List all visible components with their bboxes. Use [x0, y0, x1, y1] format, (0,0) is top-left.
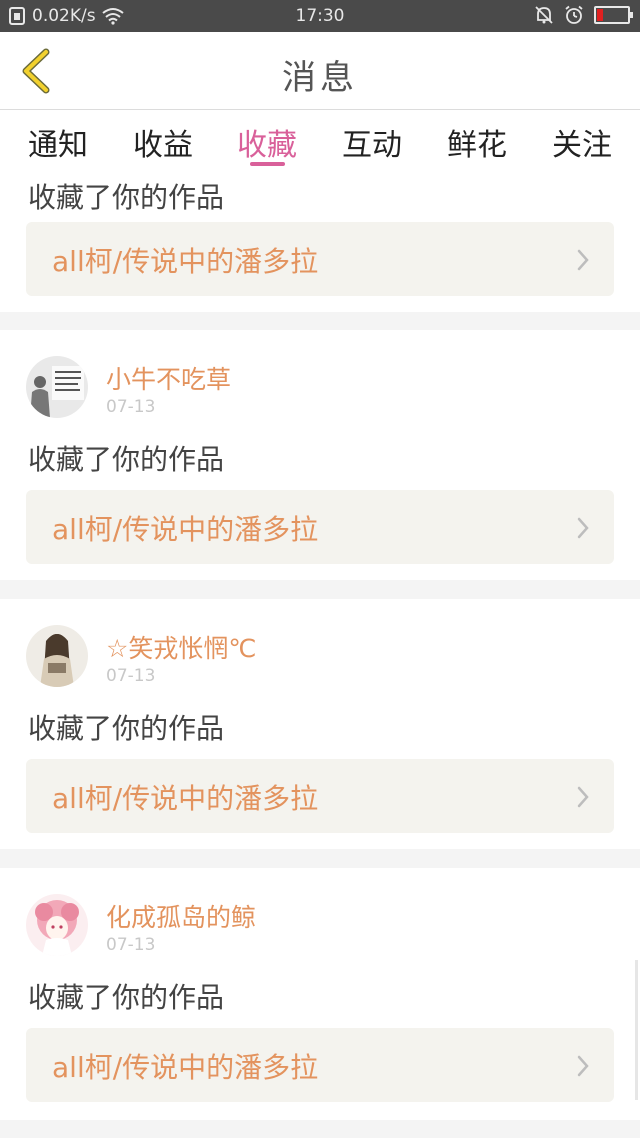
tab-favorites[interactable]: 收藏	[237, 120, 297, 164]
top-bar: 消息	[0, 32, 640, 110]
alarm-icon	[565, 5, 583, 24]
avatar[interactable]	[26, 356, 88, 418]
tab-follows[interactable]: 关注	[552, 120, 612, 164]
bell-off-icon	[535, 6, 553, 24]
work-link[interactable]: all柯/传说中的潘多拉	[26, 490, 614, 564]
battery-icon	[594, 6, 633, 24]
chevron-right-icon	[577, 786, 589, 808]
list-item: 收藏了你的作品 all柯/传说中的潘多拉	[0, 170, 640, 312]
tab-flowers[interactable]: 鲜花	[447, 120, 507, 164]
timestamp: 07-13	[106, 666, 156, 686]
work-title: all柯/传说中的潘多拉	[52, 245, 319, 278]
scrollbar[interactable]	[635, 960, 638, 1100]
message-text: 收藏了你的作品	[28, 981, 225, 1014]
avatar[interactable]	[26, 625, 88, 687]
message-list[interactable]: 收藏了你的作品 all柯/传说中的潘多拉 小牛不吃草 07-13 收藏了你的作品…	[0, 170, 640, 1138]
list-item: 小牛不吃草 07-13 收藏了你的作品 all柯/传说中的潘多拉	[0, 330, 640, 580]
work-link[interactable]: all柯/传说中的潘多拉	[26, 1028, 614, 1102]
chevron-right-icon	[577, 1055, 589, 1077]
tab-earnings[interactable]: 收益	[133, 120, 193, 164]
work-link[interactable]: all柯/传说中的潘多拉	[26, 759, 614, 833]
message-text: 收藏了你的作品	[28, 712, 225, 745]
active-tab-indicator	[250, 162, 285, 166]
username[interactable]: 化成孤岛的鲸	[106, 898, 256, 934]
timestamp: 07-13	[106, 935, 156, 955]
page-title: 消息	[282, 58, 358, 98]
chevron-right-icon	[577, 517, 589, 539]
message-text: 收藏了你的作品	[28, 443, 225, 476]
list-item: 化成孤岛的鲸 07-13 收藏了你的作品 all柯/传说中的潘多拉	[0, 868, 640, 1120]
status-bar: 0.02K/s 17:30	[0, 0, 640, 32]
timestamp: 07-13	[106, 397, 156, 417]
chevron-right-icon	[577, 249, 589, 271]
tab-bar: 通知 收益 收藏 互动 鲜花 关注	[0, 110, 640, 170]
tab-notifications[interactable]: 通知	[28, 120, 88, 164]
work-title: all柯/传说中的潘多拉	[52, 1051, 319, 1084]
work-title: all柯/传说中的潘多拉	[52, 513, 319, 546]
work-title: all柯/传说中的潘多拉	[52, 782, 319, 815]
avatar[interactable]	[26, 894, 88, 956]
tab-interactions[interactable]: 互动	[342, 120, 402, 164]
work-link[interactable]: all柯/传说中的潘多拉	[26, 222, 614, 296]
message-text: 收藏了你的作品	[28, 181, 225, 214]
list-item: ☆笑戎怅惘℃ 07-13 收藏了你的作品 all柯/传说中的潘多拉	[0, 599, 640, 849]
username[interactable]: 小牛不吃草	[106, 360, 231, 396]
username[interactable]: ☆笑戎怅惘℃	[106, 629, 257, 665]
